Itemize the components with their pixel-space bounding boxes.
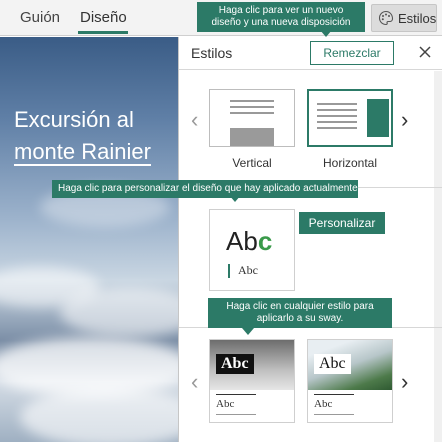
chevron-left-icon[interactable]: ‹ [191,369,198,395]
scrollbar[interactable] [434,71,442,442]
chevron-right-icon[interactable]: › [401,107,408,133]
styles-button[interactable]: Estilos [371,4,437,32]
tab-diseno[interactable]: Diseño [80,9,127,26]
text-line [230,106,274,108]
style-sample-heading-main: Ab [226,226,258,256]
layout-label-vertical: Vertical [232,156,272,170]
palette-icon [378,10,394,26]
remix-tooltip-arrow [320,30,332,37]
layout-label-horizontal: Horizontal [322,156,378,170]
style-sample-body: Abc [238,263,258,277]
text-line [317,109,357,111]
preview-title-line2: monte Rainier [14,139,151,166]
apply-style-tooltip: Haga clic en cualquier estilo para aplic… [208,298,392,328]
text-line [317,127,357,129]
personalize-button[interactable]: Personalizar [299,212,385,234]
close-icon[interactable] [417,44,433,60]
style-sample-heading: Abc [226,226,272,257]
accent-bar [228,264,230,278]
active-tab-indicator [78,31,128,34]
text-line [230,100,274,102]
apply-style-tooltip-arrow [242,328,254,335]
layout-card-vertical[interactable] [209,89,295,147]
style-option-body: Abc [216,398,235,410]
styles-panel: Estilos Remezclar ‹ Vertical Horizontal … [178,37,442,442]
panel-title: Estilos [191,45,233,61]
style-option-1[interactable]: Abc Abc [209,339,295,423]
chevron-left-icon[interactable]: ‹ [191,107,198,133]
style-option-heading: Abc [216,354,254,374]
style-option-rule [216,414,256,415]
personalize-tooltip: Haga clic para personalizar el diseño qu… [52,180,360,198]
text-line [230,112,274,114]
cloud-shape [20,387,178,442]
style-option-heading: Abc [314,354,351,374]
tab-guion[interactable]: Guión [20,9,60,26]
style-option-rule [216,394,256,395]
personalize-tooltip-arrow [229,195,241,202]
remix-button[interactable]: Remezclar [310,41,394,65]
current-style-card[interactable]: Abc Abc [209,209,295,291]
text-line [317,115,357,117]
chevron-right-icon[interactable]: › [401,369,408,395]
style-sample-heading-accent: c [257,226,273,256]
text-line [317,121,357,123]
image-block [230,128,274,146]
style-option-rule [314,394,354,395]
layout-card-horizontal[interactable] [307,89,393,147]
cloud-shape [60,287,178,337]
styles-button-label: Estilos [398,11,437,26]
style-option-body: Abc [314,398,333,410]
style-option-rule [314,414,354,415]
image-block [367,99,389,137]
style-option-2[interactable]: Abc Abc [307,339,393,423]
preview-title: Excursión al monte Rainier [14,104,174,168]
remix-tooltip: Haga clic para ver un nuevo diseño y una… [197,2,365,32]
preview-title-line1: Excursión al [14,107,134,132]
sway-preview[interactable]: Excursión al monte Rainier [0,37,178,442]
header-divider [179,69,442,70]
text-line [317,103,357,105]
